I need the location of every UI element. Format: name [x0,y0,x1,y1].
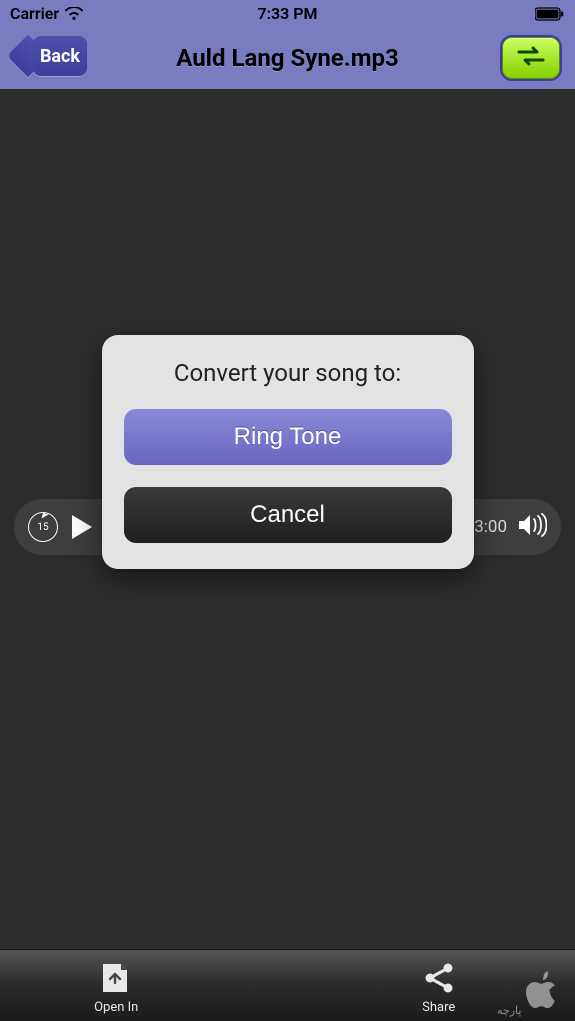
battery-icon [535,7,565,21]
swap-icon [516,46,546,70]
nav-bar: Back Auld Lang Syne.mp3 [0,27,575,89]
open-in-icon [97,962,135,998]
status-time: 7:33 PM [257,4,317,23]
page-title: Auld Lang Syne.mp3 [176,44,399,72]
open-in-button[interactable]: Open In [0,950,233,1021]
status-left: Carrier [10,4,83,23]
back-button[interactable]: Back [15,36,87,76]
watermark: پارچه [495,971,565,1017]
share-icon [420,962,458,998]
skip-back-value: 15 [37,522,48,533]
status-bar: Carrier 7:33 PM [0,0,575,27]
cancel-button[interactable]: Cancel [124,487,452,543]
share-label: Share [422,1000,455,1015]
convert-dialog: Convert your song to: Ring Tone Cancel [102,335,474,569]
svg-text:پارچه: پارچه [497,1005,521,1017]
wifi-icon [65,7,83,21]
ringtone-button[interactable]: Ring Tone [124,409,452,465]
volume-icon[interactable] [517,513,547,541]
status-right [535,7,565,21]
carrier-label: Carrier [10,4,59,23]
play-icon[interactable] [72,515,92,539]
convert-button[interactable] [502,37,560,79]
bottom-toolbar: Open In Share [0,949,575,1021]
back-label: Back [40,46,80,67]
open-in-label: Open In [94,1000,138,1015]
time-remaining: -3:00 [470,517,507,537]
dialog-title: Convert your song to: [124,359,452,387]
skip-back-15-icon[interactable]: 15 [28,512,58,542]
